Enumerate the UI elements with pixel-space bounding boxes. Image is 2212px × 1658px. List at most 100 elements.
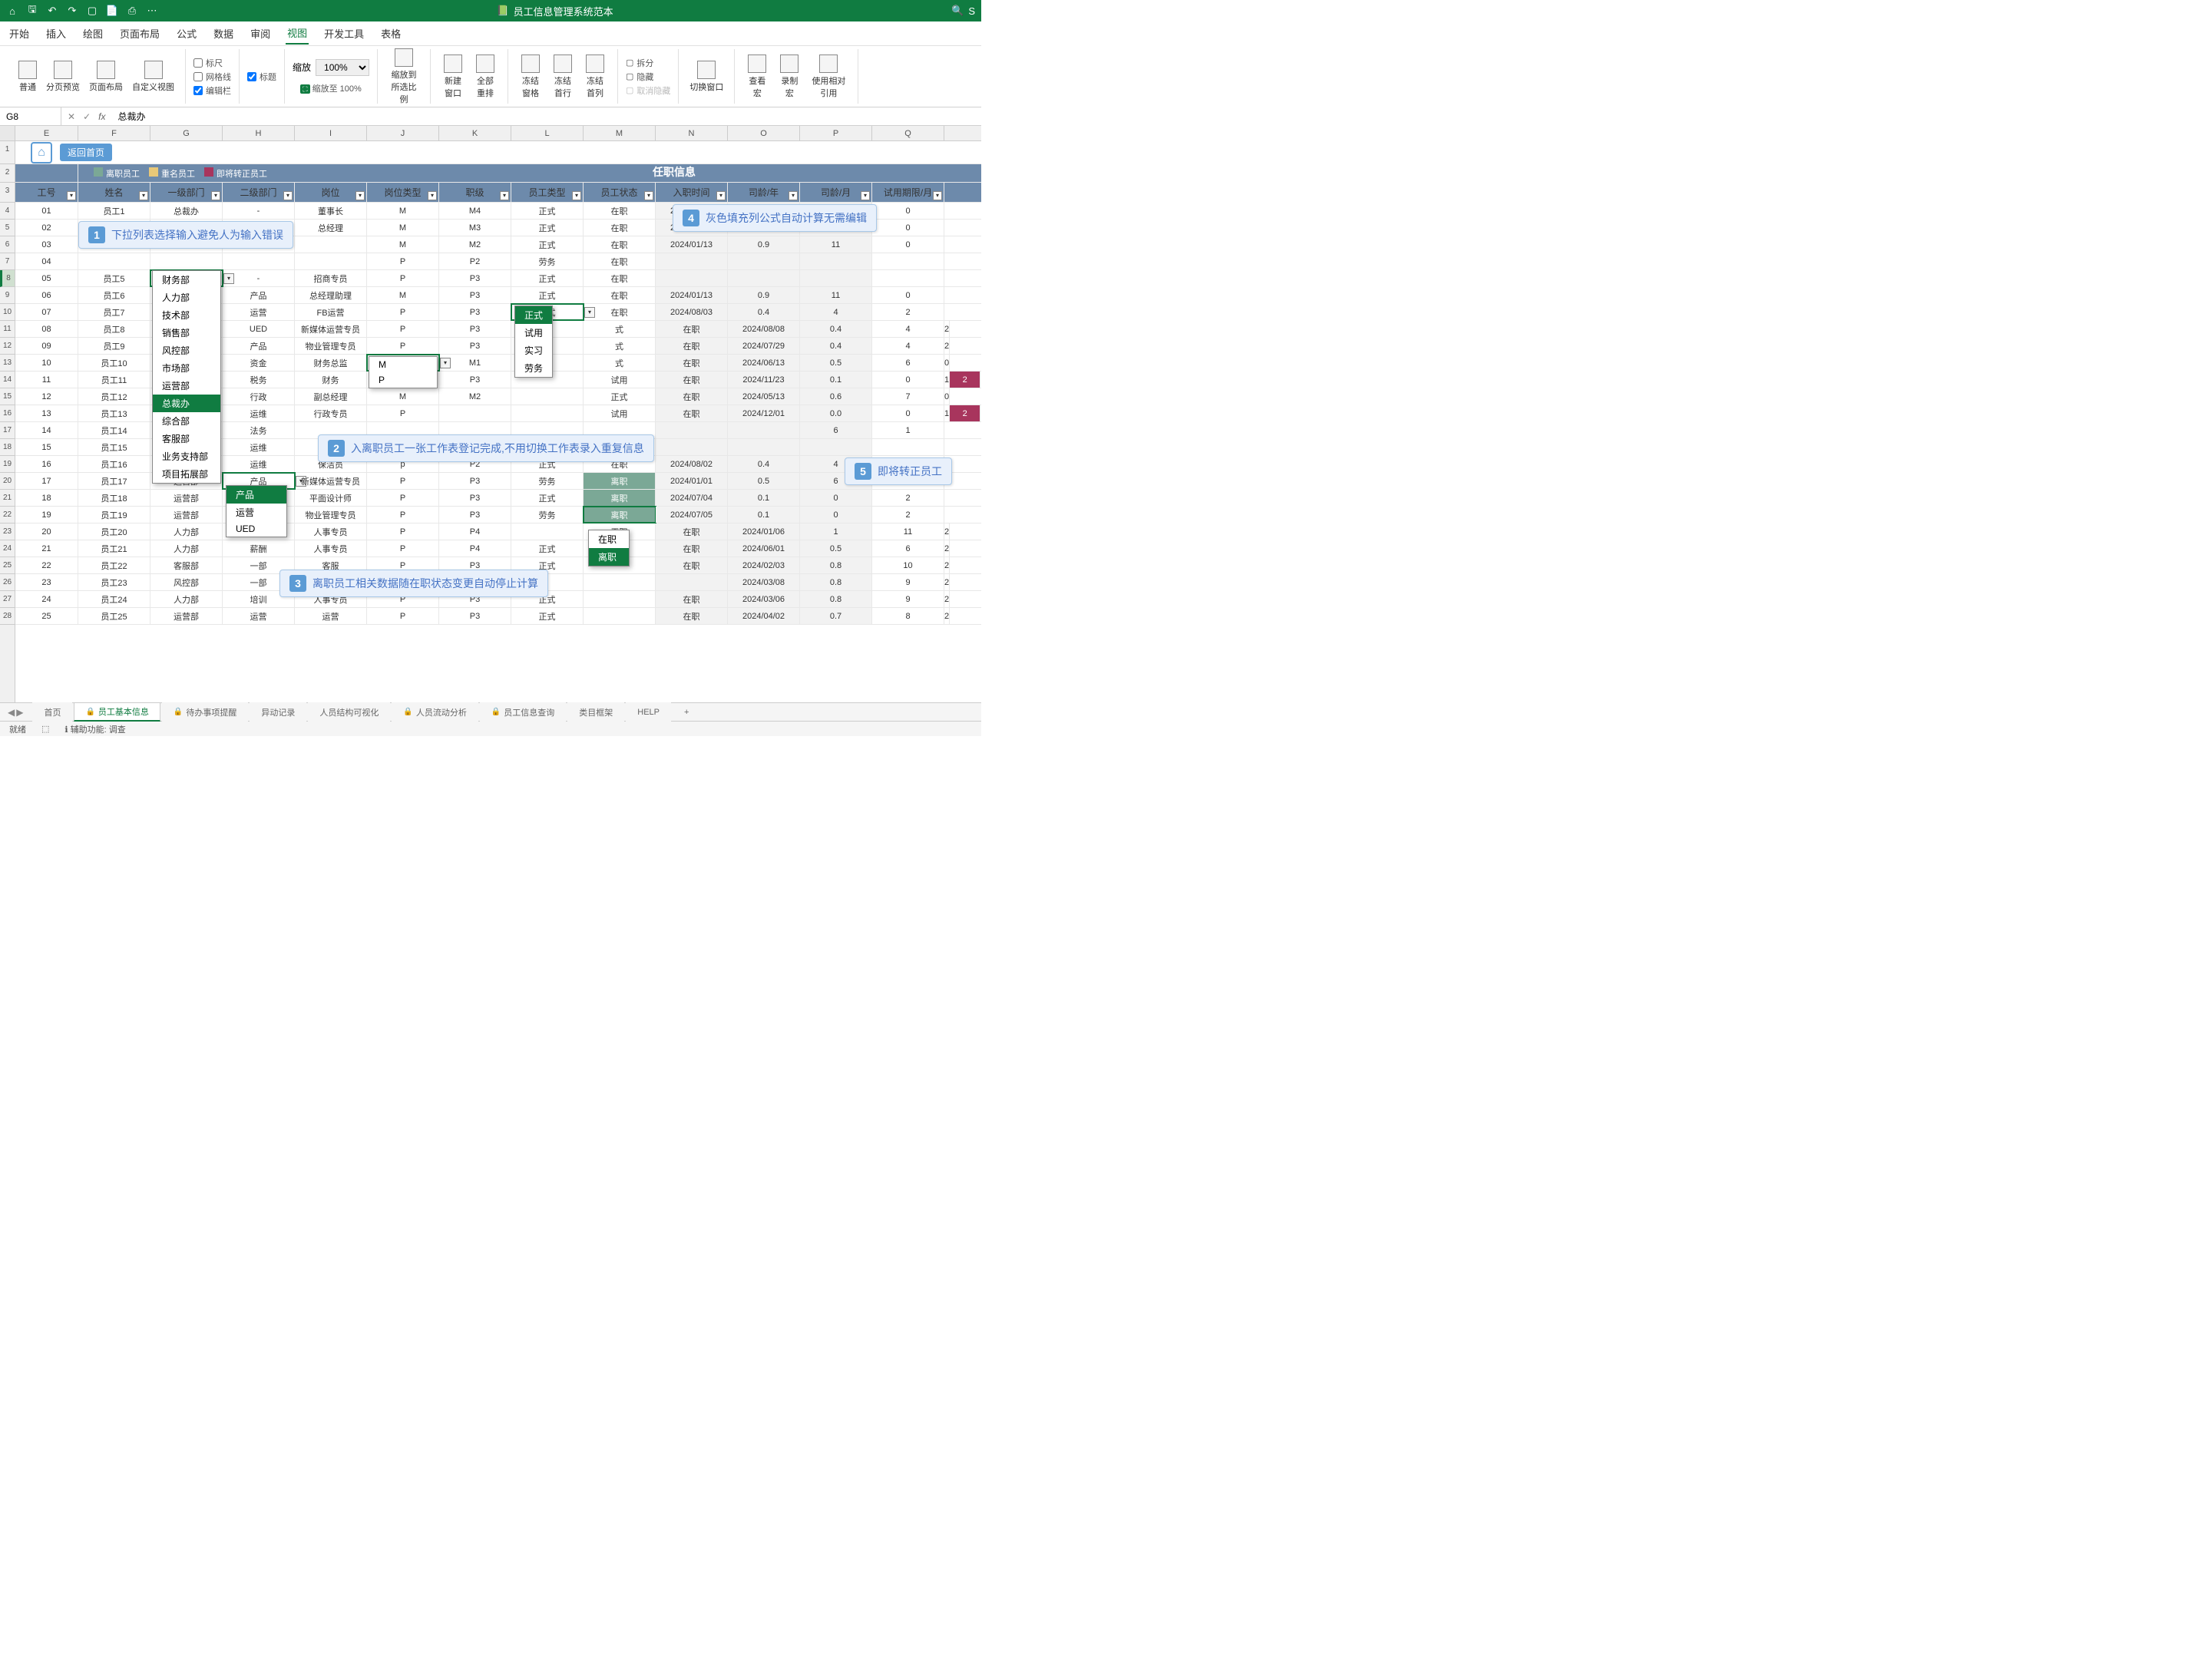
cell[interactable] [511,405,584,421]
cell[interactable] [439,405,511,421]
cell[interactable]: 13 [15,405,78,421]
cell[interactable]: 09 [15,338,78,354]
dropdown-department[interactable]: 财务部人力部技术部销售部风控部市场部运营部总裁办综合部客服部业务支持部项目拓展部 [152,270,221,484]
cell[interactable] [656,270,728,286]
menu-表格[interactable]: 表格 [379,23,402,44]
dropdown-employee-type[interactable]: 正式试用实习劳务 [514,306,553,378]
col-header-M[interactable]: M [584,126,656,140]
cell[interactable] [872,253,944,269]
cell[interactable]: 在职 [656,591,728,607]
dropdown-sub-department[interactable]: 产品运营UED [226,485,287,537]
cell[interactable]: 04 [15,253,78,269]
filter-icon[interactable]: ▾ [933,191,942,200]
new-icon[interactable]: ▢ [86,5,98,17]
cell[interactable]: P3 [439,270,511,286]
cell[interactable]: M4 [439,203,511,219]
tab-nav-last-icon[interactable]: ▶ [16,707,23,718]
cell[interactable]: 董事长 [295,203,367,219]
cell[interactable]: 运营部 [150,507,223,523]
table-header[interactable]: 司龄/月▾ [800,183,872,202]
cell[interactable]: 物业管理专员 [295,507,367,523]
relative-ref-button[interactable]: 使用相对引用 [807,53,850,101]
cell[interactable]: 正式 [511,540,584,557]
cell[interactable]: 25 [15,608,78,624]
cell[interactable]: 2 [944,608,950,624]
dropdown-position-type[interactable]: MP [369,356,438,388]
cell[interactable]: 0.1 [800,372,872,388]
filter-icon[interactable]: ▾ [644,191,653,200]
cell[interactable]: 9 [872,574,944,590]
cell[interactable]: 01 [15,203,78,219]
col-header-E[interactable]: E [15,126,78,140]
cell[interactable]: 0 [800,490,872,506]
cell[interactable]: 2 [872,490,944,506]
cell[interactable]: 员工11 [78,372,150,388]
dropdown-option[interactable]: 运营 [226,504,286,521]
cell[interactable]: 2024/07/05 [656,507,728,523]
cell[interactable]: 在职 [656,372,728,388]
cell[interactable]: P3 [439,490,511,506]
filter-icon[interactable]: ▾ [67,191,76,200]
filter-icon[interactable]: ▾ [716,191,726,200]
print-icon[interactable]: ⎙ [126,5,138,17]
cell[interactable]: P [367,405,439,421]
cell[interactable]: 6 [872,540,944,557]
cell[interactable]: 2024/03/08 [728,574,800,590]
cell[interactable]: 24 [15,591,78,607]
dropdown-option[interactable]: 客服部 [153,430,220,448]
cell[interactable]: 0.8 [800,591,872,607]
row-header[interactable]: 15 [0,388,15,405]
cell[interactable]: - [223,203,295,219]
cell[interactable]: 在职 [584,203,656,219]
cell[interactable]: M [367,388,439,405]
cell[interactable]: 2 [944,574,950,590]
cell[interactable] [656,253,728,269]
cell[interactable]: 08 [15,321,78,337]
view-自定义视图[interactable]: 自定义视图 [129,59,177,94]
cell[interactable]: 16 [15,456,78,472]
cell[interactable]: 0 [872,236,944,253]
cell[interactable]: 税务 [223,372,295,388]
cell[interactable]: 劳务 [511,507,584,523]
cell[interactable]: 运营部 [150,608,223,624]
table-header[interactable]: 试用期限/月▾ [872,183,944,202]
cell[interactable]: 在职 [584,220,656,236]
menu-开始[interactable]: 开始 [8,23,31,44]
cell[interactable] [295,253,367,269]
menu-视图[interactable]: 视图 [286,22,309,45]
cell[interactable]: 运营 [295,608,367,624]
switch-window-button[interactable]: 切换窗口 [686,59,726,94]
cell[interactable]: 在职 [584,287,656,303]
cell[interactable] [150,253,223,269]
sheet-tab-员工基本信息[interactable]: 🔒员工基本信息 [74,702,160,722]
cell[interactable]: 法务 [223,422,295,438]
cell[interactable]: 0.4 [800,321,872,337]
menu-页面布局[interactable]: 页面布局 [118,23,161,44]
save-icon[interactable]: 🖫 [26,5,38,17]
menu-开发工具[interactable]: 开发工具 [322,23,365,44]
cell[interactable]: 员工10 [78,355,150,371]
table-header[interactable]: 岗位类型▾ [367,183,439,202]
cell[interactable]: 1 [944,372,950,388]
cell[interactable]: 2 [944,557,950,573]
sheet-tab-待办事项提醒[interactable]: 🔒待办事项提醒 [162,702,248,722]
cell[interactable]: 2 [944,591,950,607]
row-header[interactable]: 8 [0,270,15,287]
col-header-L[interactable]: L [511,126,584,140]
cell[interactable]: 劳务 [511,253,584,269]
cell[interactable]: 0.4 [800,338,872,354]
freeze-panes-button[interactable]: 冻结窗格 [516,53,545,101]
table-header[interactable]: 工号▾ [15,183,78,202]
menu-公式[interactable]: 公式 [175,23,198,44]
cell[interactable]: 18 [15,490,78,506]
status-accessibility[interactable]: ℹ 辅助功能: 调查 [64,723,125,735]
cell[interactable]: 在职 [584,270,656,286]
cell[interactable]: 人力部 [150,523,223,540]
cell[interactable]: P [367,304,439,320]
row-header[interactable]: 19 [0,456,15,473]
cell[interactable]: 总经理助理 [295,287,367,303]
cell[interactable]: 4 [872,338,944,354]
dropdown-option[interactable]: 在职 [589,530,629,548]
cell[interactable]: 2 [944,540,950,557]
cell[interactable]: 客服部 [150,557,223,573]
